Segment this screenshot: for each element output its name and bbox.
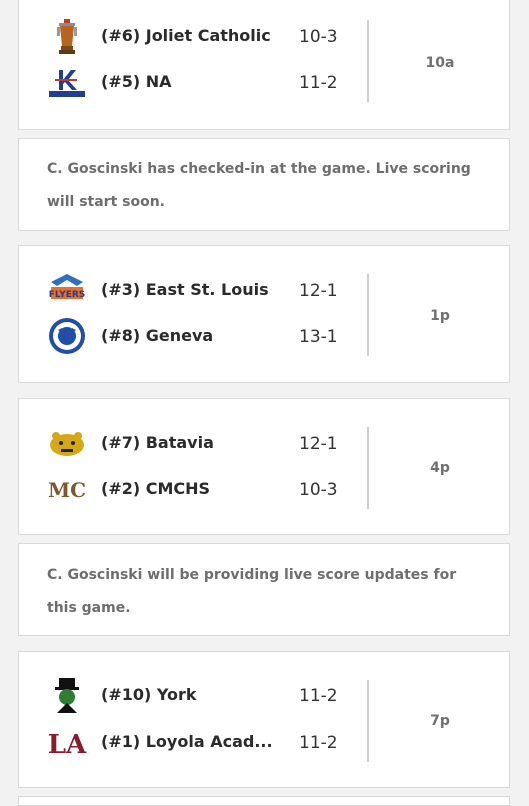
game-card[interactable]: (#10) York 11-2 LA (#1) Loyola Acad... 1… [18,651,510,788]
trophy-icon [47,16,87,56]
game-time: 1p [430,308,450,324]
team-name: (#8) Geneva [101,326,214,345]
message-card: C. Goscinski will be providing live scor… [18,543,510,636]
status-message: C. Goscinski has checked-in at the game.… [47,161,471,210]
svg-text:LA: LA [48,730,87,760]
team-row[interactable]: LA (#1) Loyola Acad... 11-2 [19,722,369,762]
flyers-logo-icon: FLYERS [47,270,87,310]
status-message: C. Goscinski will be providing live scor… [47,567,457,616]
team-row[interactable]: (#10) York 11-2 [19,675,369,715]
game-time: 10a [425,55,455,71]
game-time: 4p [430,460,450,476]
team-record: 12-1 [299,281,338,301]
team-row[interactable]: FLYERS (#3) East St. Louis 12-1 [19,270,369,310]
team-record: 11-2 [299,686,338,706]
team-record: 12-1 [299,434,338,454]
team-record: 11-2 [299,73,338,93]
game-time: 7p [430,713,450,729]
team-row[interactable]: (#6) Joliet Catholic 10-3 [19,16,369,56]
viking-logo-icon [47,316,87,356]
team-name: (#6) Joliet Catholic [101,26,271,45]
game-card[interactable]: (#6) Joliet Catholic 10-3 (#5) NA 11-2 1… [18,0,510,130]
team-record: 13-1 [299,327,338,347]
team-record: 10-3 [299,27,338,47]
game-card[interactable]: FLYERS (#3) East St. Louis 12-1 (#8) Gen… [18,245,510,383]
team-name: (#3) East St. Louis [101,280,269,299]
la-logo-icon: LA [47,722,87,762]
svg-text:MC: MC [48,478,86,502]
game-card[interactable] [18,796,510,806]
team-row[interactable]: MC (#2) CMCHS 10-3 [19,469,369,509]
team-record: 11-2 [299,733,338,753]
naperville-logo-icon [47,62,87,102]
team-name: (#10) York [101,685,197,704]
mc-logo-icon: MC [47,469,87,509]
game-card[interactable]: (#7) Batavia 12-1 MC (#2) CMCHS 10-3 4p [18,398,510,535]
svg-text:FLYERS: FLYERS [49,290,86,300]
team-row[interactable]: (#5) NA 11-2 [19,62,369,102]
team-name: (#2) CMCHS [101,479,211,498]
bulldog-logo-icon [47,423,87,463]
team-row[interactable]: (#7) Batavia 12-1 [19,423,369,463]
team-record: 10-3 [299,480,338,500]
message-card: C. Goscinski has checked-in at the game.… [18,138,510,231]
team-name: (#1) Loyola Acad... [101,732,273,751]
team-name: (#5) NA [101,72,172,91]
team-name: (#7) Batavia [101,433,214,452]
team-row[interactable]: (#8) Geneva 13-1 [19,316,369,356]
duke-logo-icon [47,675,87,715]
